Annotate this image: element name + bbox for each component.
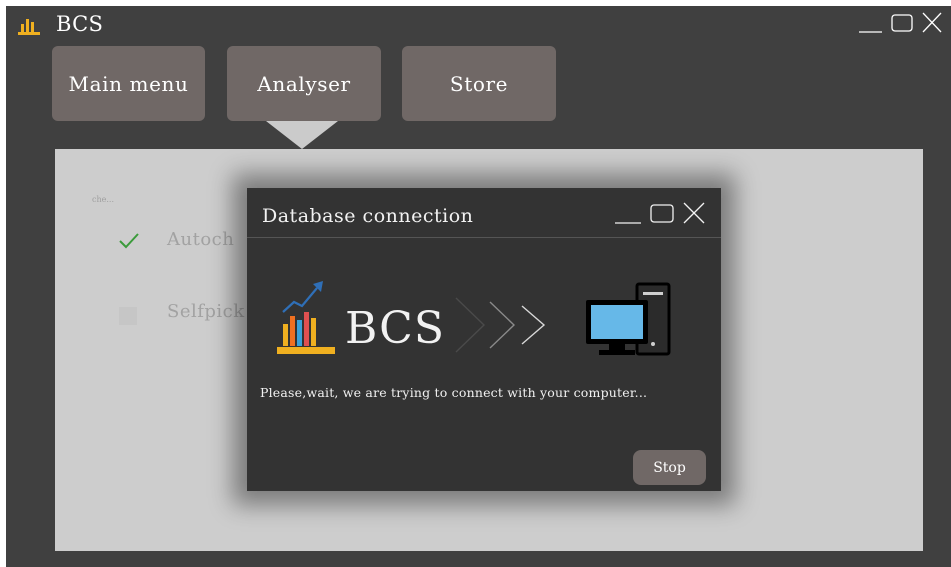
tab-analyser[interactable]: Analyser bbox=[227, 46, 381, 121]
option-selfpick-label: Selfpick bbox=[167, 301, 245, 322]
maximize-icon[interactable] bbox=[891, 14, 913, 32]
dialog-brand: BCS bbox=[345, 303, 445, 354]
close-icon[interactable] bbox=[683, 202, 705, 224]
panel-caption: che... bbox=[92, 195, 114, 204]
progress-chevrons-icon bbox=[452, 294, 552, 356]
selfpick-checkbox[interactable] bbox=[119, 307, 137, 325]
dialog-divider bbox=[247, 237, 721, 238]
dialog-message: Please,wait, we are trying to connect wi… bbox=[260, 385, 648, 400]
tab-store[interactable]: Store bbox=[402, 46, 556, 121]
app-title: BCS bbox=[56, 12, 104, 36]
tab-main-menu[interactable]: Main menu bbox=[52, 46, 205, 121]
app-window: BCS Main menu Analyser Store che... Auto… bbox=[6, 6, 951, 567]
dialog-title: Database connection bbox=[262, 205, 474, 227]
active-tab-pointer bbox=[266, 121, 338, 149]
database-connection-dialog: Database connection BCS Please,wait, we … bbox=[247, 188, 721, 491]
bcs-chart-logo-icon bbox=[277, 278, 335, 360]
option-autocheck-label: Autoch bbox=[167, 229, 235, 250]
title-bar: BCS bbox=[6, 6, 951, 42]
stop-button[interactable]: Stop bbox=[633, 450, 706, 485]
computer-icon bbox=[583, 280, 675, 358]
close-icon[interactable] bbox=[922, 12, 942, 33]
checkmark-icon[interactable] bbox=[118, 231, 140, 251]
dialog-window-controls bbox=[611, 199, 713, 227]
maximize-icon[interactable] bbox=[650, 204, 674, 223]
window-controls bbox=[855, 10, 951, 36]
bar-chart-icon bbox=[18, 15, 40, 35]
